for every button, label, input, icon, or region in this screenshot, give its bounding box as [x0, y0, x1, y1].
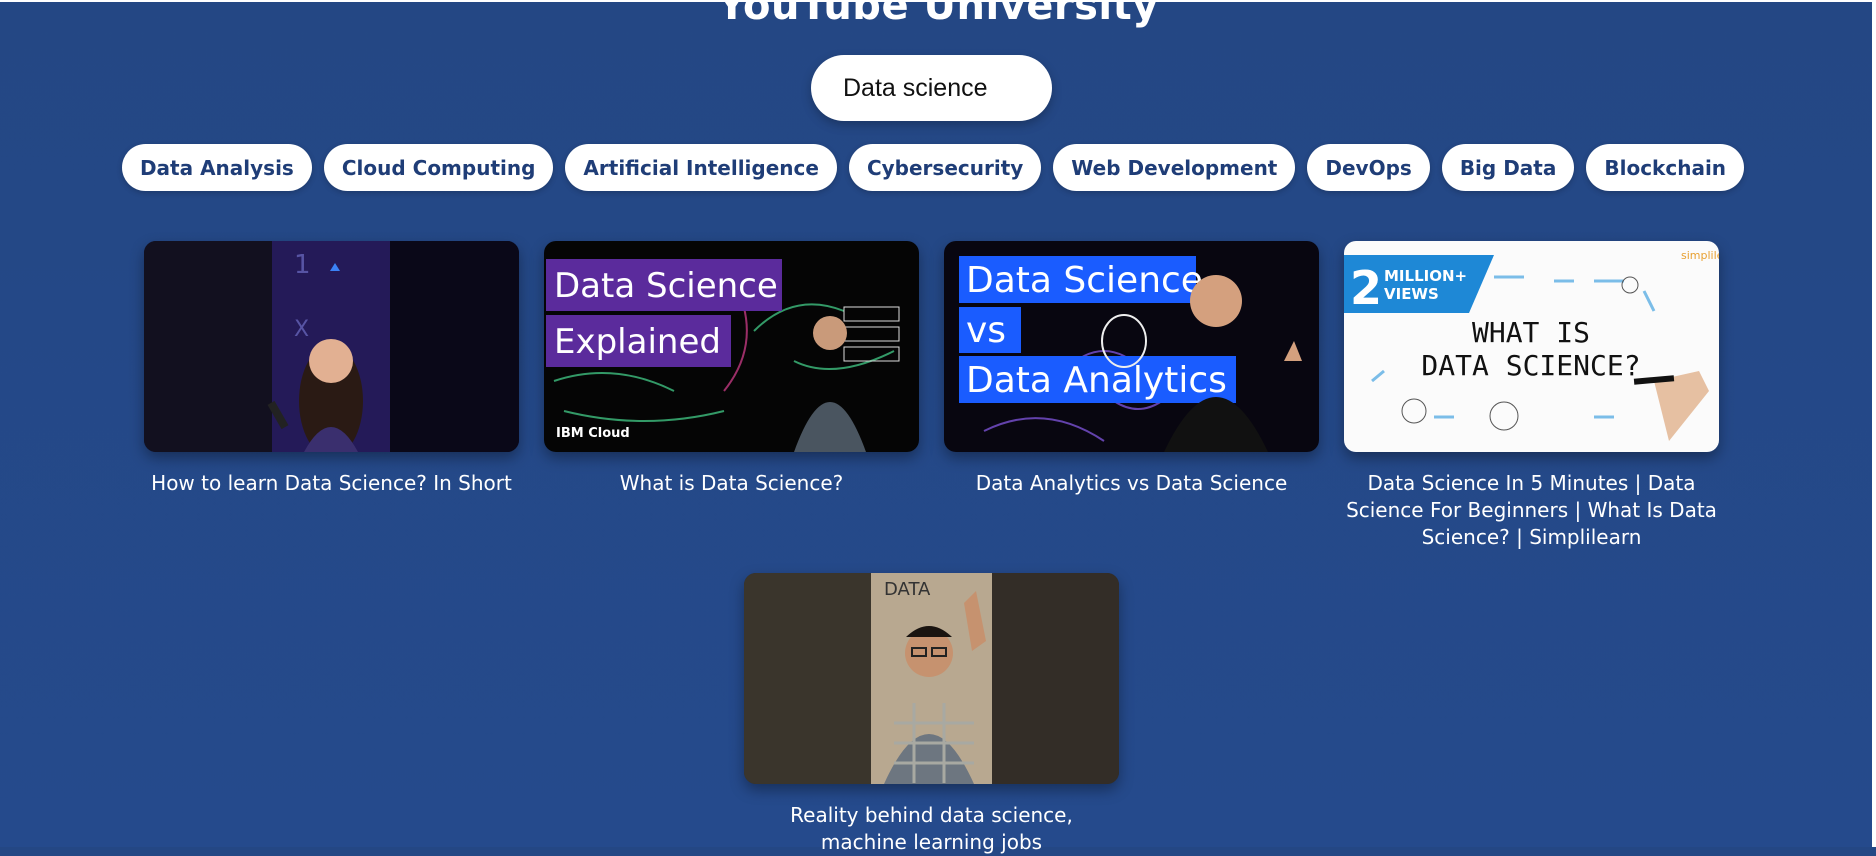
- video-thumbnail[interactable]: 1 X: [144, 241, 519, 452]
- topic-chip-artificial-intelligence[interactable]: Artificial Intelligence: [565, 144, 837, 191]
- thumbnail-overlay-text: Data Science: [966, 260, 1203, 301]
- video-title[interactable]: Data Analytics vs Data Science: [944, 470, 1319, 497]
- topic-chip-devops[interactable]: DevOps: [1307, 144, 1430, 191]
- topic-chip-cloud-computing[interactable]: Cloud Computing: [323, 144, 554, 191]
- views-badge-text: MILLION+: [1384, 267, 1467, 285]
- topic-chip-web-development[interactable]: Web Development: [1053, 144, 1296, 191]
- topic-chip-big-data[interactable]: Big Data: [1441, 144, 1575, 191]
- video-card[interactable]: Data Science vs Data Analytics Data Anal…: [944, 241, 1319, 497]
- thumbnail-overlay-text: Data Analytics: [966, 360, 1227, 401]
- video-thumbnail[interactable]: 2 MILLION+ VIEWS simplilearn WHAT IS DAT…: [1344, 241, 1719, 452]
- thumbnail-overlay-text: vs: [966, 310, 1006, 351]
- simplilearn-logo: simplilearn: [1681, 249, 1719, 262]
- video-card[interactable]: Data Science Explained IBM Cloud What is…: [544, 241, 919, 497]
- topic-chip-blockchain[interactable]: Blockchain: [1586, 144, 1745, 191]
- views-badge-number: 2: [1350, 261, 1382, 315]
- video-card[interactable]: 1 X How to learn Data Science? In Short: [144, 241, 519, 497]
- thumbnail-image-lightboard: Data Science Explained IBM Cloud: [544, 241, 919, 452]
- topic-chip-row: Data Analysis Cloud Computing Artificial…: [0, 144, 1876, 191]
- search-input[interactable]: [811, 55, 1052, 121]
- video-title[interactable]: What is Data Science?: [544, 470, 919, 497]
- topic-chip-data-analysis[interactable]: Data Analysis: [121, 144, 312, 191]
- thumbnail-image-person-speaking: 1 X: [144, 241, 519, 452]
- topic-chip-cybersecurity[interactable]: Cybersecurity: [848, 144, 1042, 191]
- svg-text:1: 1: [294, 250, 311, 280]
- video-title[interactable]: Data Science In 5 Minutes | Data Science…: [1344, 470, 1719, 551]
- thumbnail-overlay-text: Data Science: [554, 266, 778, 306]
- views-badge-text: VIEWS: [1384, 285, 1439, 303]
- svg-text:X: X: [294, 317, 309, 342]
- poster-text: DATA: [884, 579, 931, 600]
- page-scrollbar[interactable]: [1872, 0, 1876, 847]
- page-title: YouTube University: [717, 0, 1159, 29]
- video-card[interactable]: DATA Reality behind data science, machin…: [744, 573, 1119, 856]
- video-title[interactable]: Reality behind data science, machine lea…: [744, 802, 1119, 856]
- video-thumbnail[interactable]: Data Science vs Data Analytics: [944, 241, 1319, 452]
- video-thumbnail[interactable]: DATA: [744, 573, 1119, 784]
- video-card[interactable]: 2 MILLION+ VIEWS simplilearn WHAT IS DAT…: [1344, 241, 1719, 551]
- thumbnail-image-data-vs-analytics: Data Science vs Data Analytics: [944, 241, 1319, 452]
- thumbnail-image-person-talking: DATA: [744, 573, 1119, 784]
- thumbnail-heading: WHAT IS: [1472, 316, 1590, 349]
- thumbnail-image-whiteboard-sketch: 2 MILLION+ VIEWS simplilearn WHAT IS DAT…: [1344, 241, 1719, 452]
- video-thumbnail[interactable]: Data Science Explained IBM Cloud: [544, 241, 919, 452]
- thumbnail-heading: DATA SCIENCE?: [1421, 349, 1640, 382]
- thumbnail-overlay-text: Explained: [554, 322, 721, 362]
- video-title[interactable]: How to learn Data Science? In Short: [144, 470, 519, 497]
- ibm-cloud-logo: IBM Cloud: [556, 426, 630, 441]
